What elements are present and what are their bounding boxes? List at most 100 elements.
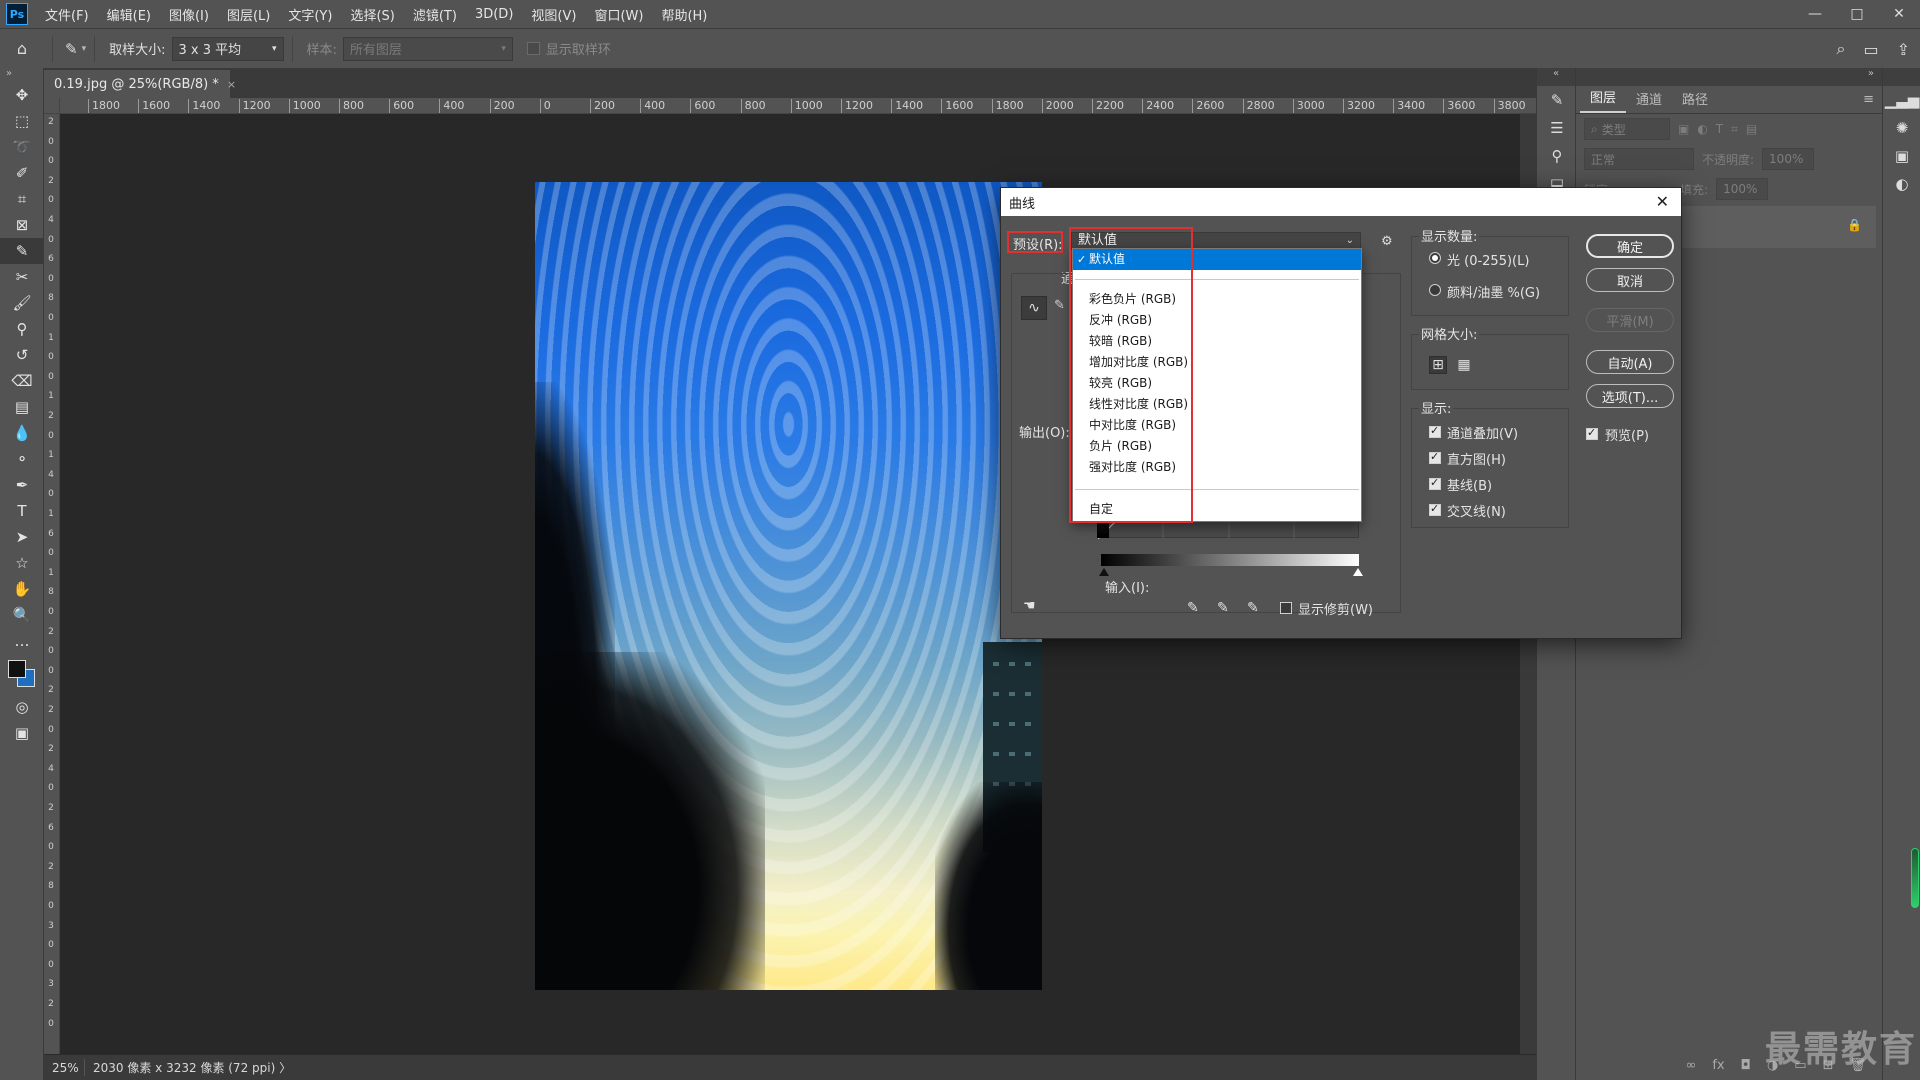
screen-mode-icon[interactable]: ▣: [0, 720, 44, 746]
tab-layers[interactable]: 图层: [1580, 87, 1627, 113]
pigment-radio[interactable]: [1429, 284, 1441, 296]
tab-paths[interactable]: 路径: [1672, 89, 1718, 113]
pen-tool-icon[interactable]: ✒: [0, 472, 44, 498]
panel-header[interactable]: »: [1576, 68, 1882, 86]
chevron-down-icon[interactable]: ▾: [82, 44, 87, 54]
clone-source-icon[interactable]: ⚲: [1537, 142, 1577, 170]
fx-icon[interactable]: fx: [1712, 1058, 1724, 1073]
blend-mode-select[interactable]: 正常: [1584, 148, 1694, 170]
show-ring-checkbox[interactable]: [526, 42, 540, 55]
home-icon[interactable]: ⌂: [0, 39, 44, 58]
layer-filter-select[interactable]: ⌕ 类型: [1584, 118, 1670, 140]
white-eyedropper-icon[interactable]: ✎: [1247, 600, 1259, 616]
shape-tool-icon[interactable]: ☆: [0, 550, 44, 576]
menu-file[interactable]: 文件(F): [36, 5, 98, 24]
mask-icon[interactable]: ◘: [1741, 1058, 1751, 1073]
sample-size-select[interactable]: 3 x 3 平均 ▾: [171, 36, 284, 61]
eyedropper-tool-icon[interactable]: ✎: [65, 40, 78, 58]
black-eyedropper-icon[interactable]: ✎: [1187, 600, 1199, 616]
close-icon[interactable]: ✕: [1656, 192, 1669, 211]
path-select-icon[interactable]: ➤: [0, 524, 44, 550]
options-button[interactable]: 选项(T)...: [1586, 384, 1674, 408]
history-brush-icon[interactable]: ↺: [0, 342, 44, 368]
menu-edit[interactable]: 编辑(E): [98, 5, 160, 24]
filter-icons[interactable]: ▣◐T⌗▤: [1678, 122, 1765, 137]
ok-button[interactable]: 确定: [1586, 234, 1674, 258]
navigator-icon[interactable]: ✺: [1883, 114, 1920, 142]
menu-type[interactable]: 文字(Y): [279, 5, 341, 24]
share-icon[interactable]: ⇪: [1897, 40, 1910, 59]
status-arrow-icon[interactable]: 〉: [279, 1059, 291, 1076]
gear-icon[interactable]: ⚙: [1381, 234, 1393, 249]
menu-layer[interactable]: 图层(L): [218, 5, 279, 24]
sample-select[interactable]: 所有图层 ▾: [342, 36, 513, 61]
collapse-icon[interactable]: »: [0, 68, 43, 82]
healing-tool-icon[interactable]: ✂: [0, 264, 44, 290]
frame-tool-icon[interactable]: ⊠: [0, 212, 44, 238]
baseline-checkbox[interactable]: [1429, 476, 1441, 490]
maximize-button[interactable]: □: [1836, 0, 1878, 28]
zoom-level[interactable]: 25%: [44, 1061, 84, 1075]
more-tools-icon[interactable]: …: [0, 628, 44, 654]
stamp-tool-icon[interactable]: ⚲: [0, 316, 44, 342]
close-window-button[interactable]: ✕: [1878, 0, 1920, 28]
minimize-button[interactable]: —: [1794, 0, 1836, 28]
targeted-adjust-icon[interactable]: ☚: [1023, 598, 1036, 614]
color-swatches[interactable]: [0, 654, 43, 694]
menu-window[interactable]: 窗口(W): [585, 5, 652, 24]
dodge-tool-icon[interactable]: ⚬: [0, 446, 44, 472]
quick-select-tool-icon[interactable]: ✐: [0, 160, 44, 186]
intersection-checkbox[interactable]: [1429, 502, 1441, 516]
blur-tool-icon[interactable]: 💧: [0, 420, 44, 446]
quick-mask-icon[interactable]: ◎: [0, 694, 44, 720]
menu-3d[interactable]: 3D(D): [466, 7, 522, 22]
light-radio[interactable]: [1429, 252, 1441, 264]
marquee-tool-icon[interactable]: ⬚: [0, 108, 44, 134]
brush-tool-icon[interactable]: 🖌: [0, 290, 44, 316]
show-clipping-checkbox[interactable]: [1280, 602, 1292, 614]
type-tool-icon[interactable]: T: [0, 498, 44, 524]
tab-channels[interactable]: 通道: [1626, 89, 1672, 113]
dialog-titlebar[interactable]: 曲线 ✕: [1001, 188, 1681, 216]
gray-eyedropper-icon[interactable]: ✎: [1217, 600, 1229, 616]
menu-image[interactable]: 图像(I): [160, 5, 218, 24]
brush-settings-icon[interactable]: ✎: [1537, 86, 1577, 114]
opacity-input[interactable]: 100%: [1762, 148, 1815, 170]
grid-detailed-icon[interactable]: ▦: [1455, 356, 1473, 374]
adjust-icon[interactable]: ☰: [1537, 114, 1577, 142]
menu-view[interactable]: 视图(V): [522, 5, 585, 24]
preview-checkbox[interactable]: [1586, 426, 1598, 440]
menu-filter[interactable]: 滤镜(T): [404, 5, 466, 24]
document-tab[interactable]: 0.19.jpg @ 25%(RGB/8) * ×: [44, 70, 236, 98]
pencil-icon[interactable]: ✎: [1054, 298, 1065, 313]
lasso-tool-icon[interactable]: ➰: [0, 134, 44, 160]
crop-tool-icon[interactable]: ⌗: [0, 186, 44, 212]
auto-button[interactable]: 自动(A): [1586, 350, 1674, 374]
smooth-button[interactable]: 平滑(M): [1586, 308, 1674, 332]
curve-edit-icon[interactable]: ∿: [1021, 296, 1047, 320]
white-point-slider[interactable]: [1353, 568, 1363, 576]
menu-select[interactable]: 选择(S): [341, 5, 403, 24]
fill-input[interactable]: 100%: [1716, 178, 1769, 200]
histogram-checkbox[interactable]: [1429, 450, 1441, 464]
workspace-icon[interactable]: ▭: [1863, 40, 1878, 59]
histogram-icon[interactable]: ▁▃▅: [1883, 86, 1920, 114]
grid-simple-icon[interactable]: ⊞: [1429, 356, 1447, 374]
cancel-button[interactable]: 取消: [1586, 268, 1674, 292]
panel-menu-icon[interactable]: ≡: [1855, 92, 1882, 113]
hand-tool-icon[interactable]: ✋: [0, 576, 44, 602]
foreground-color[interactable]: [8, 660, 26, 678]
eraser-tool-icon[interactable]: ⌫: [0, 368, 44, 394]
close-icon[interactable]: ×: [227, 78, 236, 91]
link-icon[interactable]: ∞: [1686, 1058, 1697, 1073]
search-icon[interactable]: ⌕: [1837, 39, 1846, 59]
channel-overlay-checkbox[interactable]: [1429, 424, 1441, 438]
adjustments-icon[interactable]: ◐: [1883, 170, 1920, 198]
gradient-tool-icon[interactable]: ▤: [0, 394, 44, 420]
black-point-slider[interactable]: [1099, 568, 1109, 576]
properties-icon[interactable]: ▣: [1883, 142, 1920, 170]
menu-help[interactable]: 帮助(H): [652, 5, 716, 24]
move-tool-icon[interactable]: ✥: [0, 82, 44, 108]
eyedropper-tool-icon[interactable]: ✎: [0, 238, 44, 264]
zoom-tool-icon[interactable]: 🔍: [0, 602, 44, 628]
